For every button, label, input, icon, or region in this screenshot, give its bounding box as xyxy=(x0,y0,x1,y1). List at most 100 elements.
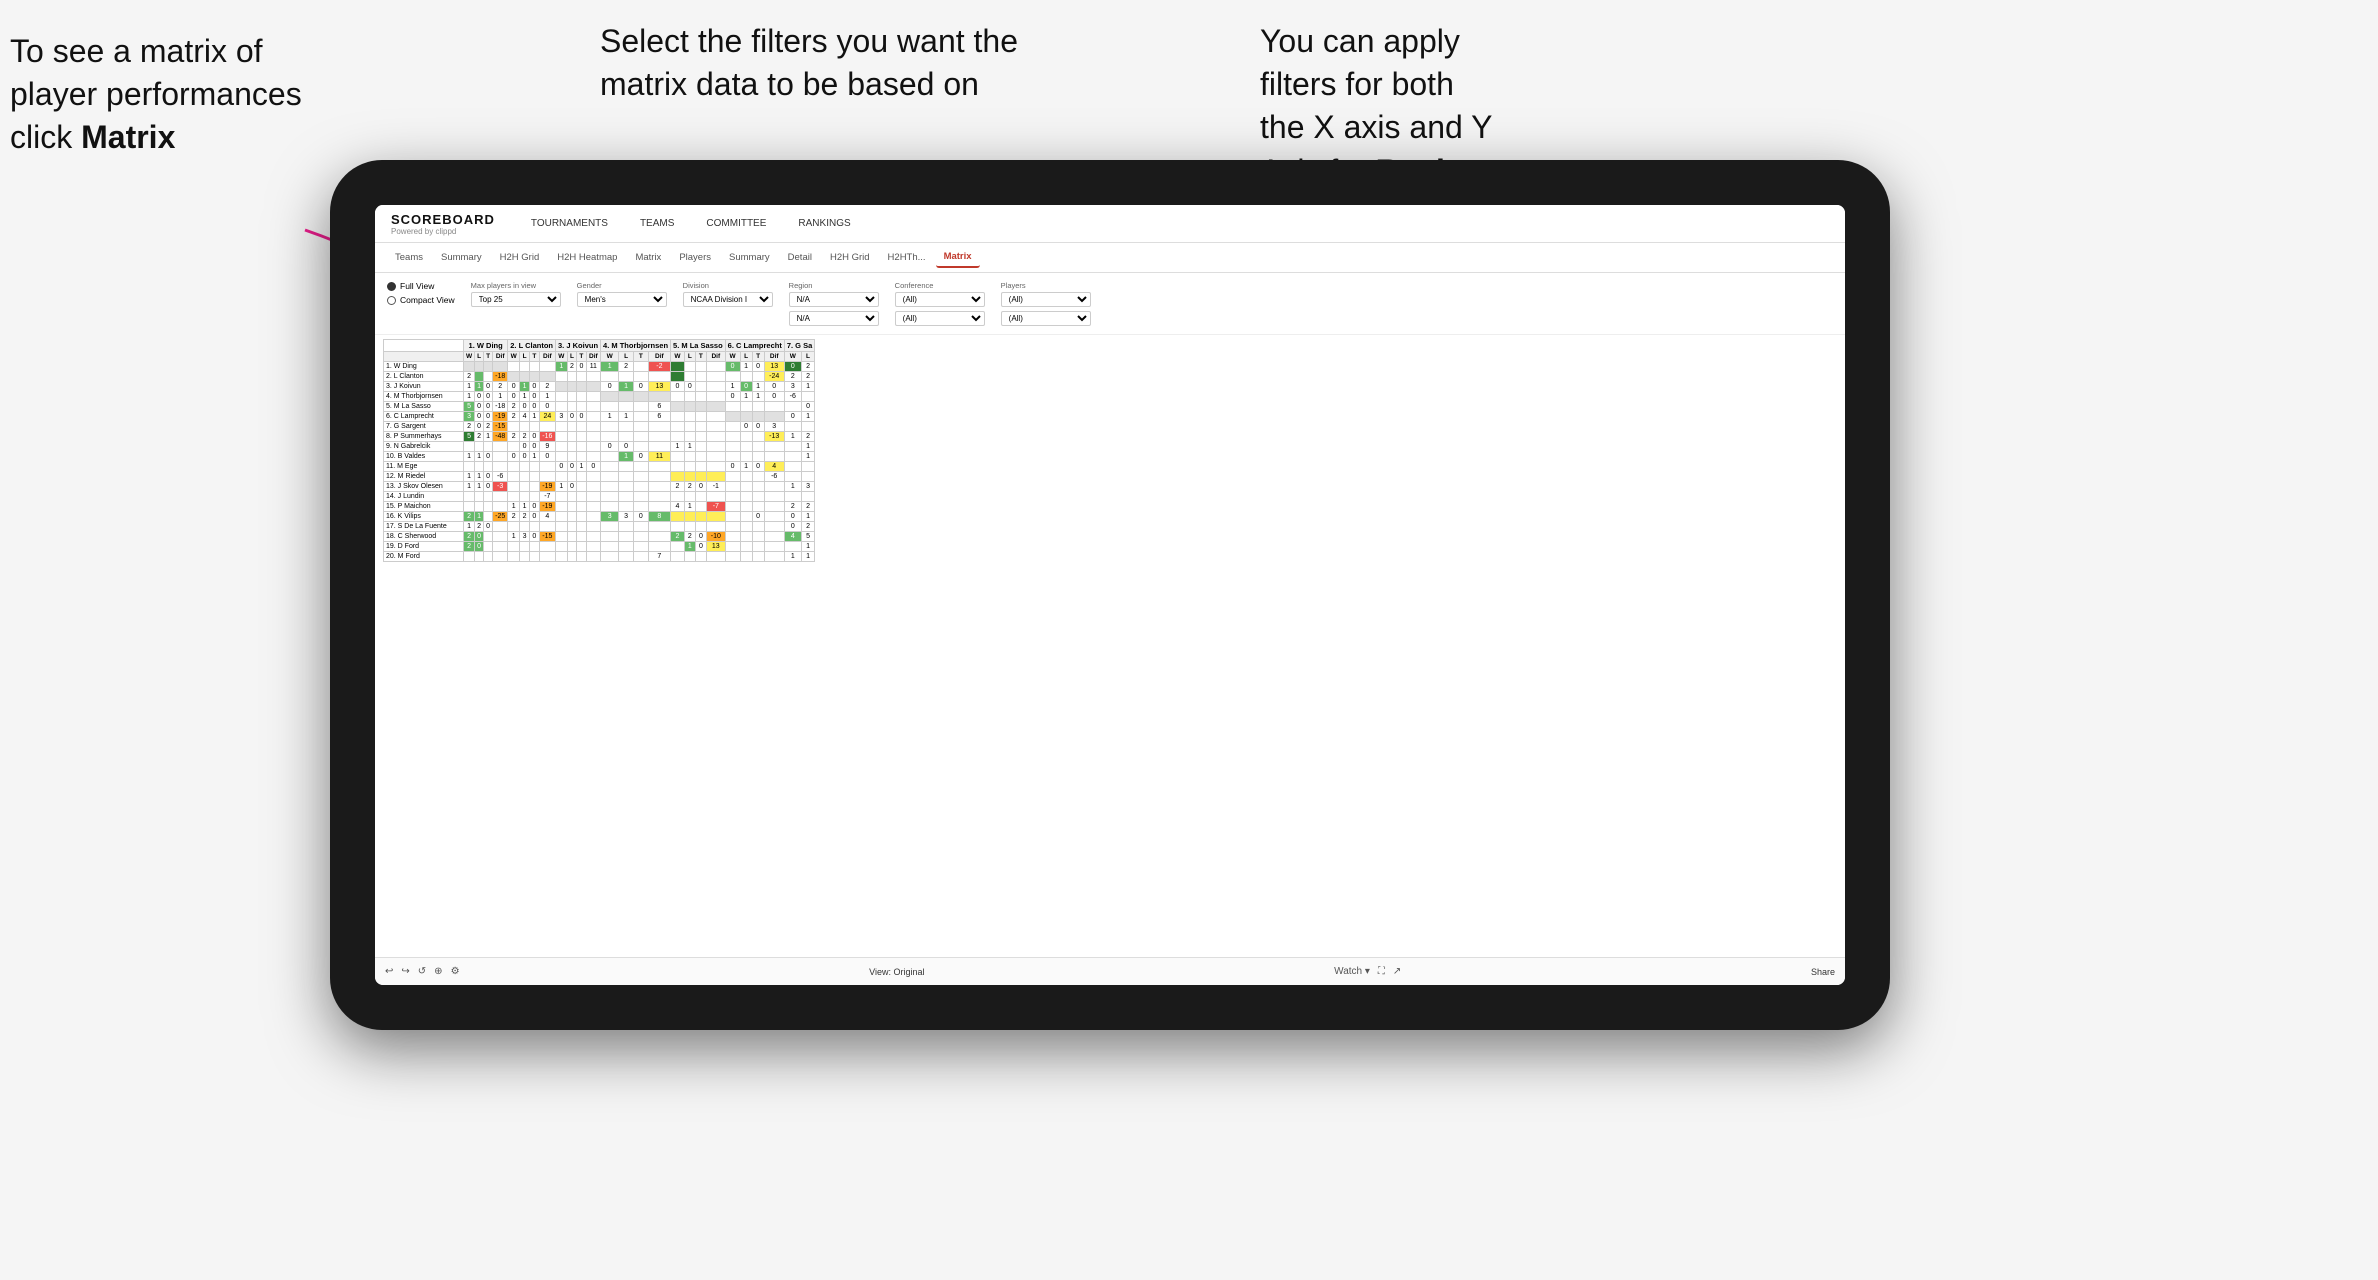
conference-select-2[interactable]: (All) xyxy=(895,311,985,326)
matrix-cell: 1 xyxy=(671,442,685,452)
redo-icon[interactable]: ↪ xyxy=(401,966,409,977)
fullscreen-icon[interactable]: ⛶ xyxy=(1378,966,1385,977)
division-select[interactable]: NCAA Division I xyxy=(683,292,773,307)
matrix-cell: -24 xyxy=(764,372,784,382)
gender-select[interactable]: Men's xyxy=(577,292,667,307)
matrix-cell xyxy=(475,442,484,452)
matrix-cell xyxy=(508,442,520,452)
tab-h2h-grid1[interactable]: H2H Grid xyxy=(492,248,548,267)
watch-label[interactable]: Watch ▾ xyxy=(1334,966,1370,977)
region-select-2[interactable]: N/A xyxy=(789,311,879,326)
matrix-cell xyxy=(475,462,484,472)
matrix-cell xyxy=(725,402,740,412)
matrix-cell: 0 xyxy=(695,482,706,492)
tab-summary1[interactable]: Summary xyxy=(433,248,490,267)
matrix-cell: 1 xyxy=(801,512,815,522)
nav-tournaments[interactable]: TOURNAMENTS xyxy=(527,218,612,229)
nav-committee[interactable]: COMMITTEE xyxy=(702,218,770,229)
matrix-cell: 2 xyxy=(508,512,520,522)
undo-icon[interactable]: ↩ xyxy=(385,966,393,977)
matrix-cell xyxy=(764,532,784,542)
matrix-cell xyxy=(556,542,568,552)
view-options: Full View Compact View xyxy=(387,281,455,305)
matrix-cell xyxy=(801,392,815,402)
matrix-cell xyxy=(586,372,600,382)
matrix-cell xyxy=(508,362,520,372)
matrix-cell xyxy=(601,552,619,562)
player-name-cell: 1. W Ding xyxy=(384,362,464,372)
conference-label: Conference xyxy=(895,281,985,290)
matrix-cell xyxy=(752,502,764,512)
compact-view-option[interactable]: Compact View xyxy=(387,295,455,305)
matrix-cell xyxy=(619,502,634,512)
matrix-cell xyxy=(520,482,530,492)
matrix-cell: 1 xyxy=(556,482,568,492)
matrix-cell xyxy=(706,442,725,452)
nav-rankings[interactable]: RANKINGS xyxy=(794,218,854,229)
sh-w3: W xyxy=(556,352,568,362)
matrix-cell xyxy=(529,472,539,482)
matrix-cell: 0 xyxy=(586,462,600,472)
matrix-cell xyxy=(648,502,670,512)
matrix-cell: 2 xyxy=(520,432,530,442)
matrix-cell xyxy=(508,372,520,382)
matrix-cell xyxy=(740,472,752,482)
max-players-select[interactable]: Top 25 xyxy=(471,292,561,307)
matrix-cell: 3 xyxy=(464,412,475,422)
share-icon[interactable]: ↗ xyxy=(1393,966,1401,977)
matrix-cell xyxy=(801,492,815,502)
conference-select-1[interactable]: (All) xyxy=(895,292,985,307)
matrix-cell: 1 xyxy=(520,382,530,392)
sh-t5: T xyxy=(695,352,706,362)
matrix-cell xyxy=(567,432,576,442)
matrix-cell: 0 xyxy=(539,402,555,412)
matrix-cell xyxy=(539,362,555,372)
settings-icon[interactable]: ⚙ xyxy=(451,966,460,977)
players-select-1[interactable]: (All) xyxy=(1001,292,1091,307)
sh-d5: Dif xyxy=(706,352,725,362)
matrix-cell: 0 xyxy=(695,542,706,552)
tab-players[interactable]: Players xyxy=(671,248,719,267)
tab-detail[interactable]: Detail xyxy=(780,248,820,267)
players-select-2[interactable]: (All) xyxy=(1001,311,1091,326)
tab-matrix2[interactable]: Matrix xyxy=(936,247,980,268)
matrix-cell: 0 xyxy=(475,532,484,542)
region-select-1[interactable]: N/A xyxy=(789,292,879,307)
tab-teams[interactable]: Teams xyxy=(387,248,431,267)
matrix-cell: 1 xyxy=(784,432,801,442)
tab-matrix1[interactable]: Matrix xyxy=(627,248,669,267)
share-label[interactable]: Share xyxy=(1811,967,1835,977)
matrix-cell xyxy=(801,462,815,472)
matrix-cell xyxy=(752,402,764,412)
matrix-cell xyxy=(484,552,493,562)
matrix-cell xyxy=(577,552,586,562)
tab-h2h-grid2[interactable]: H2H Grid xyxy=(822,248,878,267)
matrix-cell xyxy=(706,372,725,382)
matrix-cell: 1 xyxy=(619,452,634,462)
matrix-cell xyxy=(695,492,706,502)
matrix-cell xyxy=(752,522,764,532)
matrix-cell xyxy=(493,522,508,532)
matrix-cell xyxy=(695,472,706,482)
tab-h2hth[interactable]: H2HTh... xyxy=(880,248,934,267)
nav-teams[interactable]: TEAMS xyxy=(636,218,678,229)
matrix-cell xyxy=(567,472,576,482)
zoom-icon[interactable]: ⊕ xyxy=(434,966,442,977)
full-view-option[interactable]: Full View xyxy=(387,281,455,291)
matrix-cell: 24 xyxy=(539,412,555,422)
matrix-cell xyxy=(752,472,764,482)
matrix-cell xyxy=(520,462,530,472)
matrix-cell xyxy=(619,532,634,542)
player-name-cell: 8. P Summerhays xyxy=(384,432,464,442)
tab-summary2[interactable]: Summary xyxy=(721,248,778,267)
tab-h2h-heatmap[interactable]: H2H Heatmap xyxy=(549,248,625,267)
refresh-icon[interactable]: ↺ xyxy=(418,966,426,977)
matrix-cell: -19 xyxy=(539,502,555,512)
matrix-cell: 4 xyxy=(671,502,685,512)
matrix-cell: 1 xyxy=(529,412,539,422)
player-name-cell: 2. L Clanton xyxy=(384,372,464,382)
matrix-cell: 0 xyxy=(475,422,484,432)
matrix-cell xyxy=(633,492,648,502)
matrix-cell: 0 xyxy=(764,392,784,402)
matrix-cell: 13 xyxy=(648,382,670,392)
